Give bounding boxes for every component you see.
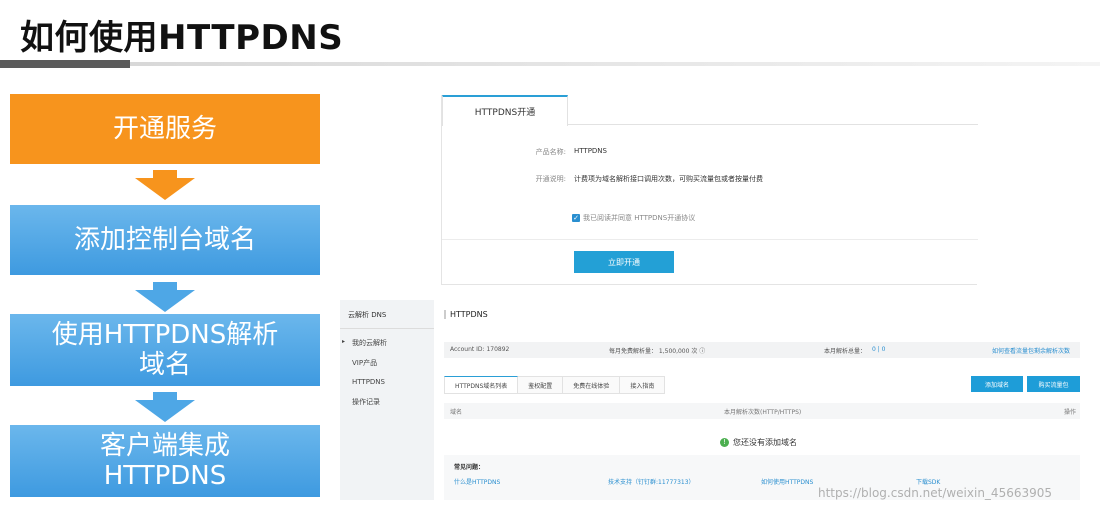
flow-step-label: 使用HTTPDNS解析	[51, 320, 279, 350]
console-tabs: HTTPDNS域名列表 鉴权配置 免费在线体验 接入指南	[444, 376, 666, 394]
faq-link-what-is-httpdns[interactable]: 什么是HTTPDNS	[454, 477, 500, 486]
flow-step-add-domain: 添加控制台域名	[10, 205, 320, 275]
console-page-title: HTTPDNS	[444, 310, 488, 319]
empty-state: ! 您还没有添加域名	[720, 437, 797, 448]
activation-panel: HTTPDNS开通 产品名称: HTTPDNS 开通说明: 计费项为域名解析接口…	[441, 95, 978, 285]
tab-httpdns-activation[interactable]: HTTPDNS开通	[442, 95, 568, 126]
flow-arrow-down-icon	[135, 392, 195, 422]
watermark-text: https://blog.csdn.net/weixin_45663905	[818, 486, 1053, 500]
flow-step-label: 开通服务	[112, 114, 217, 144]
faq-link-how-to-use[interactable]: 如何使用HTTPDNS	[761, 477, 813, 486]
info-icon: !	[720, 438, 729, 447]
monthly-total-value[interactable]: 0 | 0	[872, 346, 885, 353]
flow-step-label: 客户端集成	[99, 431, 230, 461]
column-monthly-count: 本月解析次数(HTTP/HTTPS)	[724, 409, 802, 416]
domain-table-header: 域名 本月解析次数(HTTP/HTTPS) 操作	[444, 403, 1080, 419]
slide-title: 如何使用HTTPDNS	[20, 18, 344, 58]
buy-package-button[interactable]: 购买流量包	[1027, 376, 1080, 392]
column-action: 操作	[1064, 409, 1077, 416]
title-underline-light	[130, 62, 1100, 66]
product-name-value: HTTPDNS	[574, 147, 607, 155]
tab-free-trial[interactable]: 免费在线体验	[563, 376, 621, 394]
sidebar-item-my-dns[interactable]: 我的云解析	[352, 338, 387, 348]
monthly-total-label: 本月解析总量：	[824, 348, 867, 355]
empty-state-text: 您还没有添加域名	[733, 438, 797, 447]
flow-step-client-integration: 客户端集成 HTTPDNS	[10, 425, 320, 497]
agreement-checkbox[interactable]: ✓	[572, 214, 580, 222]
description-value: 计费项为域名解析接口调用次数，可购买流量包或者按量付费	[574, 175, 763, 183]
agreement-text: 我已阅读并同意 HTTPDNS开通协议	[583, 214, 696, 222]
description-label: 开通说明:	[535, 175, 566, 183]
sidebar-item-httpdns[interactable]: HTTPDNS	[352, 378, 385, 386]
flow-step-label: 添加控制台域名	[73, 225, 256, 255]
faq-link-download-sdk[interactable]: 下载SDK	[916, 477, 940, 486]
flow-step-resolve-domain: 使用HTTPDNS解析 域名	[10, 314, 320, 386]
tab-domain-list[interactable]: HTTPDNS域名列表	[444, 376, 519, 394]
product-name-label: 产品名称:	[535, 148, 566, 156]
sidebar-header: 云解析 DNS	[348, 311, 387, 319]
faq-title: 常见问题：	[454, 464, 485, 471]
add-domain-button[interactable]: 添加域名	[971, 376, 1023, 392]
account-info-bar: Account ID: 170892 每月免费解析量： 1,500,000 次 …	[444, 342, 1080, 358]
slide: 如何使用HTTPDNS 开通服务 添加控制台域名 使用HTTPDNS解析 域名 …	[0, 0, 1100, 512]
divider	[442, 239, 978, 240]
activate-now-button[interactable]: 立即开通	[574, 251, 674, 273]
tab-access-guide[interactable]: 接入指南	[620, 376, 666, 394]
faq-link-tech-support[interactable]: 技术支持（钉钉群:11777313）	[608, 477, 695, 486]
caret-right-icon: ▸	[342, 338, 346, 345]
traffic-package-link[interactable]: 如何查看流量包剩余解析次数	[992, 346, 1070, 355]
sidebar-divider	[340, 328, 434, 329]
console-sidebar: 云解析 DNS ▸ 我的云解析 VIP产品 HTTPDNS 操作记录	[340, 300, 434, 500]
free-quota: 每月免费解析量： 1,500,000 次 ⓘ	[609, 348, 706, 355]
flow-step-activate-service: 开通服务	[10, 94, 320, 164]
flow-step-label-line2: HTTPDNS	[103, 461, 227, 491]
account-id: Account ID: 170892	[450, 346, 510, 353]
sidebar-item-vip[interactable]: VIP产品	[352, 358, 377, 368]
flow-arrow-down-icon	[135, 170, 195, 200]
column-domain: 域名	[450, 409, 463, 416]
tab-auth-config[interactable]: 鉴权配置	[518, 376, 564, 394]
flow-arrow-down-icon	[135, 282, 195, 312]
console-panel: 云解析 DNS ▸ 我的云解析 VIP产品 HTTPDNS 操作记录 HTTPD…	[340, 300, 1080, 500]
flow-step-label-line2: 域名	[138, 350, 191, 380]
title-underline-dark	[0, 60, 130, 68]
agreement-row[interactable]: ✓ 我已阅读并同意 HTTPDNS开通协议	[572, 213, 695, 223]
sidebar-item-operation-log[interactable]: 操作记录	[352, 397, 380, 407]
